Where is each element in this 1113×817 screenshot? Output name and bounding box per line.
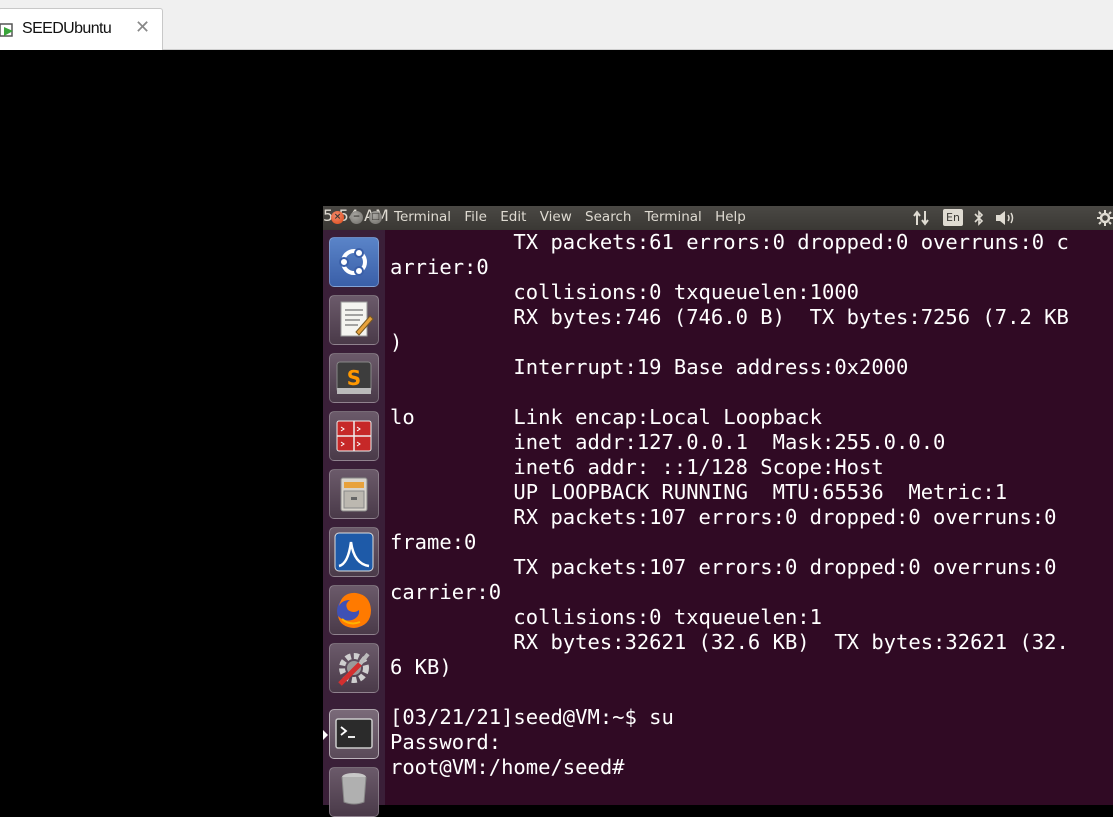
terminal-output: TX packets:61 errors:0 dropped:0 overrun… (390, 230, 1069, 780)
menu-file[interactable]: File (464, 209, 487, 225)
terminal-line: ) (390, 330, 403, 354)
menu-terminal[interactable]: Terminal (645, 209, 702, 225)
minimize-icon: − (352, 212, 361, 222)
app-name: Terminal (394, 209, 452, 225)
vm-tab-seedubuntu[interactable]: SEEDUbuntu ✕ (0, 8, 163, 50)
terminal-line: collisions:0 txqueuelen:1 (390, 605, 822, 629)
launcher-sublime-text[interactable]: S (329, 353, 379, 403)
settings-wrench-icon (338, 652, 370, 686)
svg-text:S: S (347, 366, 361, 390)
menu-edit[interactable]: Edit (500, 209, 526, 225)
vm-tab-bar: SEEDUbuntu ✕ (0, 0, 1113, 50)
launcher-firefox[interactable] (329, 585, 379, 635)
sublime-text-icon: S (336, 361, 372, 394)
terminal-line: frame:0 (390, 530, 477, 554)
text-editor-icon (340, 301, 374, 337)
launcher-system-settings[interactable] (329, 643, 379, 693)
terminal-prompt-line: root@VM:/home/seed# (390, 755, 625, 779)
close-icon: × (333, 212, 342, 222)
launcher-wireshark[interactable] (329, 527, 379, 577)
terminal-line: RX bytes:746 (746.0 B) TX bytes:7256 (7.… (390, 305, 1069, 329)
window-close-button[interactable]: × (331, 211, 344, 224)
terminal-line: lo Link encap:Local Loopback (390, 405, 822, 429)
launcher: S (323, 230, 385, 817)
menu-bar: Terminal File Edit View Search Terminal … (394, 209, 755, 225)
maximize-icon: □ (371, 212, 380, 222)
terminal-window[interactable]: TX packets:61 errors:0 dropped:0 overrun… (385, 230, 1113, 805)
vm-tab-title: SEEDUbuntu (22, 20, 112, 37)
file-cabinet-icon (340, 477, 368, 512)
terminal-line: UP LOOPBACK RUNNING MTU:65536 Metric:1 (390, 480, 1008, 504)
wireshark-icon (334, 532, 374, 572)
terminal-line: TX packets:61 errors:0 dropped:0 overrun… (390, 230, 1069, 254)
menu-view[interactable]: View (540, 209, 572, 225)
vm-icon (0, 23, 13, 37)
ubuntu-logo-icon (339, 248, 367, 276)
bluetooth-icon[interactable] (973, 210, 985, 226)
terminal-line: Password: (390, 730, 502, 754)
terminator-icon (336, 420, 372, 452)
launcher-file-manager[interactable] (329, 469, 379, 519)
terminal-prompt-line: [03/21/21]seed@VM:~$ su (390, 705, 674, 729)
launcher-dash[interactable] (329, 237, 379, 287)
window-maximize-button[interactable]: □ (369, 211, 382, 224)
menu-help[interactable]: Help (715, 209, 746, 225)
terminal-icon (335, 718, 373, 749)
launcher-terminator[interactable] (329, 411, 379, 461)
terminal-line: Interrupt:19 Base address:0x2000 (390, 355, 909, 379)
top-panel: × − □ Terminal File Edit View Search Ter… (323, 206, 1113, 230)
launcher-terminal[interactable] (329, 709, 379, 759)
volume-icon[interactable] (995, 210, 1019, 226)
terminal-line: inet6 addr: ::1/128 Scope:Host (390, 455, 884, 479)
active-indicator (323, 730, 328, 740)
terminal-line: arrier:0 (390, 255, 489, 279)
terminal-line: carrier:0 (390, 580, 502, 604)
terminal-line: RX bytes:32621 (32.6 KB) TX bytes:32621 … (390, 630, 1069, 654)
trash-icon (341, 773, 367, 805)
gear-icon[interactable] (1097, 210, 1113, 226)
terminal-line: TX packets:107 errors:0 dropped:0 overru… (390, 555, 1057, 579)
terminal-line: 6 KB) (390, 655, 452, 679)
keyboard-layout-indicator[interactable]: En (943, 209, 963, 226)
terminal-line: RX packets:107 errors:0 dropped:0 overru… (390, 505, 1057, 529)
firefox-icon (337, 592, 371, 628)
launcher-trash[interactable] (329, 767, 379, 817)
menu-search[interactable]: Search (585, 209, 631, 225)
network-icon[interactable] (912, 210, 932, 226)
terminal-line: inet addr:127.0.0.1 Mask:255.0.0.0 (390, 430, 946, 454)
terminal-line: collisions:0 txqueuelen:1000 (390, 280, 859, 304)
window-minimize-button[interactable]: − (350, 211, 363, 224)
launcher-text-editor[interactable] (329, 295, 379, 345)
close-icon[interactable]: ✕ (135, 17, 150, 38)
